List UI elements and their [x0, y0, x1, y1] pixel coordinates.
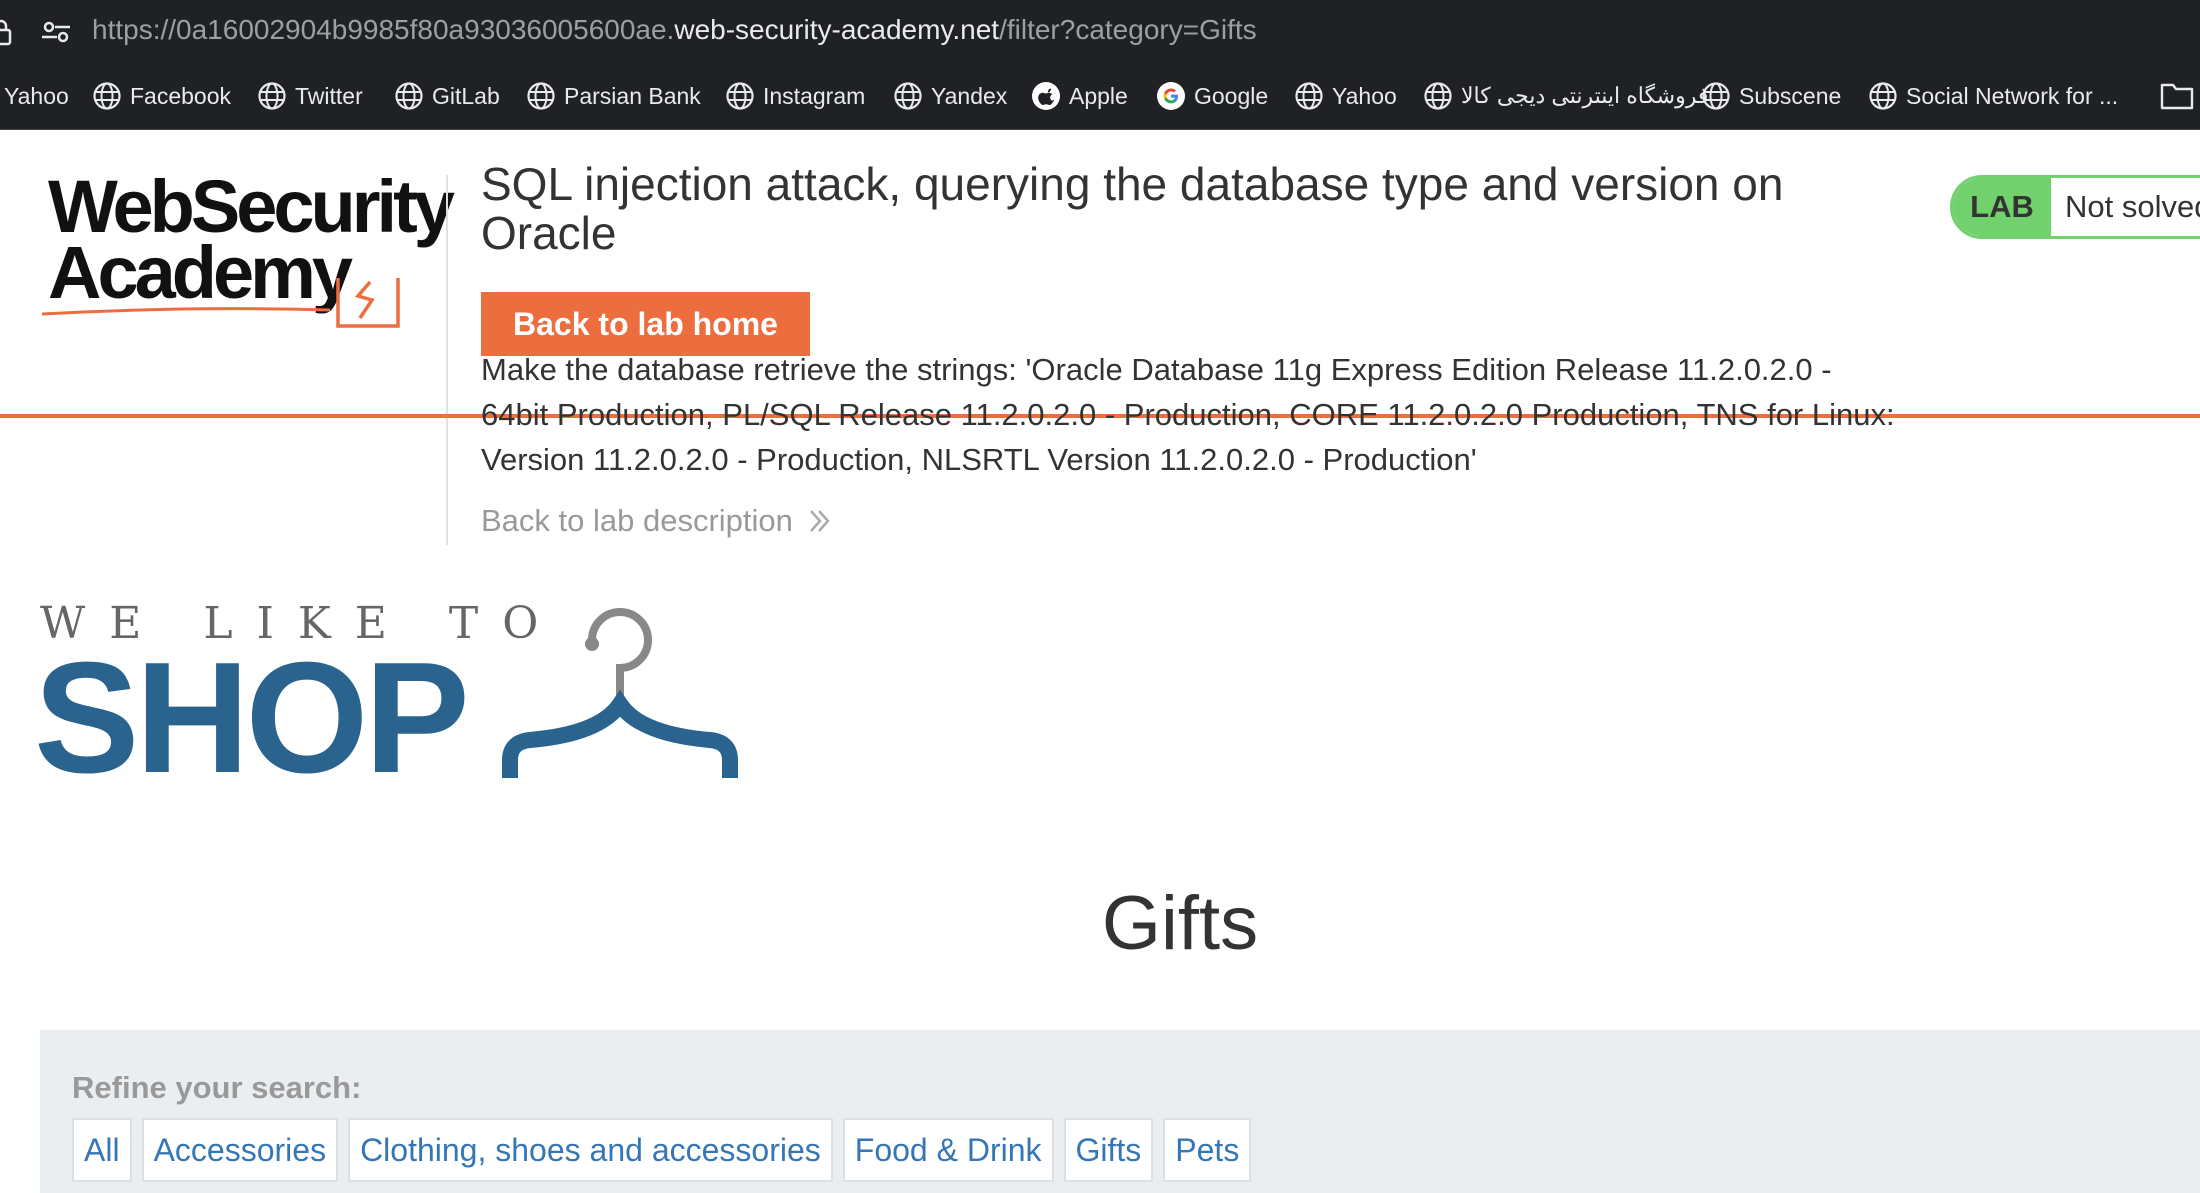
filter-pets[interactable]: Pets: [1163, 1118, 1252, 1182]
url-text[interactable]: https://0a16002904b9985f80a93036005600ae…: [92, 14, 1257, 46]
filter-accessories[interactable]: Accessories: [141, 1118, 339, 1182]
lab-status-badge: LAB Not solved: [1950, 175, 2200, 239]
bookmark-google[interactable]: Google: [1156, 78, 1268, 114]
globe-icon: [395, 82, 423, 110]
bookmark-label: Twitter: [295, 82, 363, 109]
bookmark-yandex[interactable]: Yandex: [893, 78, 1007, 114]
bookmark-label: Apple: [1069, 82, 1128, 109]
bookmark-facebook[interactable]: Facebook: [92, 78, 231, 114]
bookmark-label: فروشگاه اینترنتی دیجی کالا: [1461, 83, 1709, 108]
browser-url-bar[interactable]: https://0a16002904b9985f80a93036005600ae…: [0, 0, 2200, 62]
lock-icon: [0, 19, 12, 46]
header-divider: [446, 175, 448, 545]
bookmark-subscene[interactable]: Subscene: [1701, 78, 1841, 114]
back-to-description-label: Back to lab description: [481, 503, 793, 538]
globe-icon: [1702, 82, 1730, 110]
globe-icon: [1295, 82, 1323, 110]
bookmark-digikala[interactable]: فروشگاه اینترنتی دیجی کالا: [1423, 78, 1708, 114]
shop-name: SHOP: [34, 630, 470, 806]
double-chevron-right-icon: [809, 510, 830, 532]
back-to-lab-description-link[interactable]: Back to lab description: [481, 503, 833, 539]
bookmark-twitter[interactable]: Twitter: [257, 78, 363, 114]
bookmark-yahoo[interactable]: Yahoo: [4, 78, 69, 114]
bookmark-label: Instagram: [763, 82, 866, 109]
globe-icon: [93, 82, 121, 110]
filter-all[interactable]: All: [72, 1118, 132, 1182]
category-filters: All Accessories Clothing, shoes and acce…: [72, 1118, 1252, 1182]
bookmark-label: Yahoo: [1332, 82, 1397, 109]
apple-icon: [1032, 82, 1060, 110]
bookmark-instagram[interactable]: Instagram: [725, 78, 865, 114]
bookmark-label: Social Network for ...: [1906, 82, 2119, 109]
bookmark-label: Facebook: [130, 82, 232, 109]
lab-tag: LAB: [1953, 178, 2051, 236]
globe-icon: [1424, 82, 1452, 110]
bookmark-yahoo-2[interactable]: Yahoo: [1294, 78, 1397, 114]
lab-title: SQL injection attack, querying the datab…: [481, 158, 1784, 259]
url-prefix: https://0a16002904b9985f80a93036005600ae…: [92, 14, 675, 45]
folder-icon[interactable]: [2160, 80, 2194, 110]
hanger-icon: [502, 608, 738, 778]
lab-status: Not solved: [2051, 178, 2200, 236]
url-path: /filter?category=Gifts: [999, 14, 1257, 45]
google-icon: [1157, 82, 1185, 110]
globe-icon: [894, 82, 922, 110]
bookmark-apple[interactable]: Apple: [1031, 78, 1128, 114]
bookmark-label: Parsian Bank: [564, 82, 701, 109]
globe-icon: [726, 82, 754, 110]
bookmark-label: GitLab: [432, 82, 500, 109]
bookmark-label: Subscene: [1739, 82, 1842, 109]
lab-description: Make the database retrieve the strings: …: [481, 352, 1895, 477]
filter-clothing[interactable]: Clothing, shoes and accessories: [348, 1118, 833, 1182]
globe-icon: [1869, 82, 1897, 110]
bookmark-label: Yandex: [931, 82, 1008, 109]
site-settings-icon[interactable]: [40, 20, 72, 44]
logo-swoosh-icon: [41, 278, 400, 328]
bookmarks-bar: Yahoo Facebook Twitter GitLab Parsian Ba…: [0, 62, 2200, 130]
globe-icon: [527, 82, 555, 110]
bookmark-gitlab[interactable]: GitLab: [394, 78, 500, 114]
bookmark-social-network[interactable]: Social Network for ...: [1868, 78, 2118, 114]
globe-icon: [258, 82, 286, 110]
bookmark-parsian-bank[interactable]: Parsian Bank: [526, 78, 701, 114]
bookmark-label: Yahoo: [4, 82, 69, 109]
filter-panel: Refine your search: All Accessories Clot…: [40, 1030, 2200, 1193]
filter-food-drink[interactable]: Food & Drink: [842, 1118, 1054, 1182]
url-host: web-security-academy.net: [674, 14, 1000, 45]
bookmark-label: Google: [1194, 82, 1269, 109]
filter-gifts[interactable]: Gifts: [1063, 1118, 1154, 1182]
web-security-academy-logo[interactable]: WebSecurity Academy: [40, 170, 455, 328]
page-title: Gifts: [1101, 881, 1259, 966]
refine-search-label: Refine your search:: [72, 1070, 362, 1105]
